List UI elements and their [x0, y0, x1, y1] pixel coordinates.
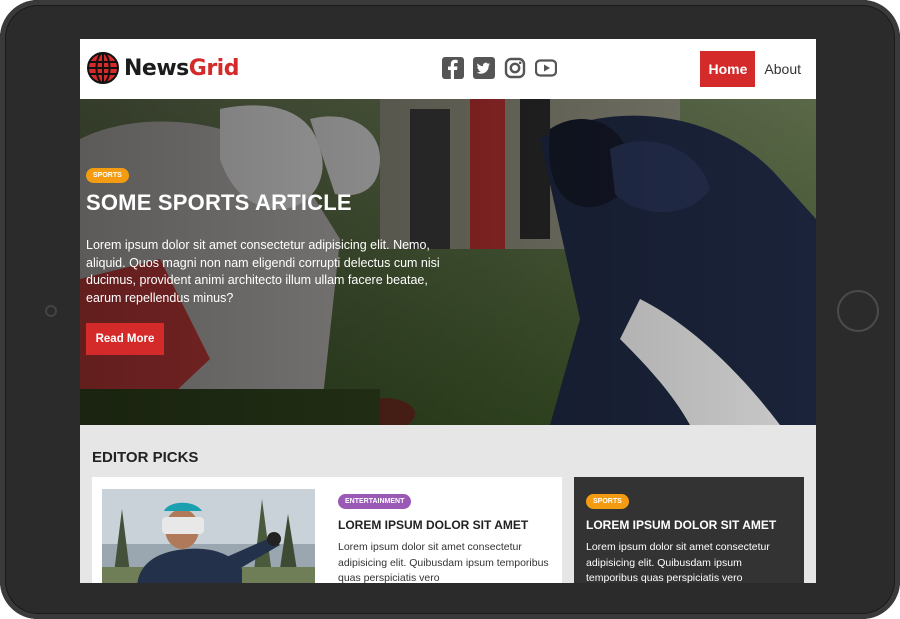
facebook-square-icon[interactable] — [442, 57, 464, 79]
site-header: NewsGrid Home About — [80, 39, 816, 99]
twitter-square-icon[interactable] — [473, 57, 495, 79]
brand-logo[interactable]: NewsGrid — [86, 51, 239, 85]
hero-category-badge[interactable]: SPORTS — [86, 168, 129, 183]
screen: NewsGrid Home About SPORTS SOME SPORTS A… — [80, 39, 816, 583]
card-excerpt: Lorem ipsum dolor sit amet consectetur a… — [338, 541, 549, 583]
editor-picks-heading: EDITOR PICKS — [92, 449, 199, 466]
read-more-button[interactable]: Read More — [86, 323, 164, 355]
card-body: ENTERTAINMENT LOREM IPSUM DOLOR SIT AMET… — [338, 490, 553, 583]
tablet-frame: NewsGrid Home About SPORTS SOME SPORTS A… — [0, 0, 900, 619]
card-category-badge[interactable]: ENTERTAINMENT — [338, 494, 412, 509]
hero-title: SOME SPORTS ARTICLE — [86, 190, 352, 215]
card-excerpt: Lorem ipsum dolor sit amet consectetur a… — [586, 541, 770, 583]
editor-pick-card[interactable]: SPORTS LOREM IPSUM DOLOR SIT AMET Lorem … — [574, 477, 804, 583]
camera-icon — [45, 305, 57, 317]
hero-excerpt: Lorem ipsum dolor sit amet consectetur a… — [86, 238, 440, 305]
card-body: SPORTS LOREM IPSUM DOLOR SIT AMET Lorem … — [586, 490, 796, 583]
globe-icon — [87, 52, 119, 84]
brand-name-part2: Grid — [188, 55, 240, 81]
brand-name: NewsGrid — [124, 56, 239, 81]
youtube-icon[interactable] — [535, 57, 557, 79]
hero-banner: SPORTS SOME SPORTS ARTICLE Lorem ipsum d… — [80, 99, 816, 425]
nav-about-link[interactable]: About — [755, 51, 816, 87]
social-links — [442, 57, 557, 79]
brand-name-part1: News — [124, 55, 189, 81]
nav-home-link[interactable]: Home — [700, 51, 756, 87]
card-image — [102, 489, 315, 583]
instagram-icon[interactable] — [504, 57, 526, 79]
card-category-badge[interactable]: SPORTS — [586, 494, 629, 509]
editor-pick-card[interactable]: ENTERTAINMENT LOREM IPSUM DOLOR SIT AMET… — [92, 477, 562, 583]
card-title[interactable]: LOREM IPSUM DOLOR SIT AMET — [586, 518, 796, 532]
card-title[interactable]: LOREM IPSUM DOLOR SIT AMET — [338, 518, 553, 532]
home-button[interactable] — [837, 290, 879, 332]
main-nav: Home About — [700, 51, 816, 87]
